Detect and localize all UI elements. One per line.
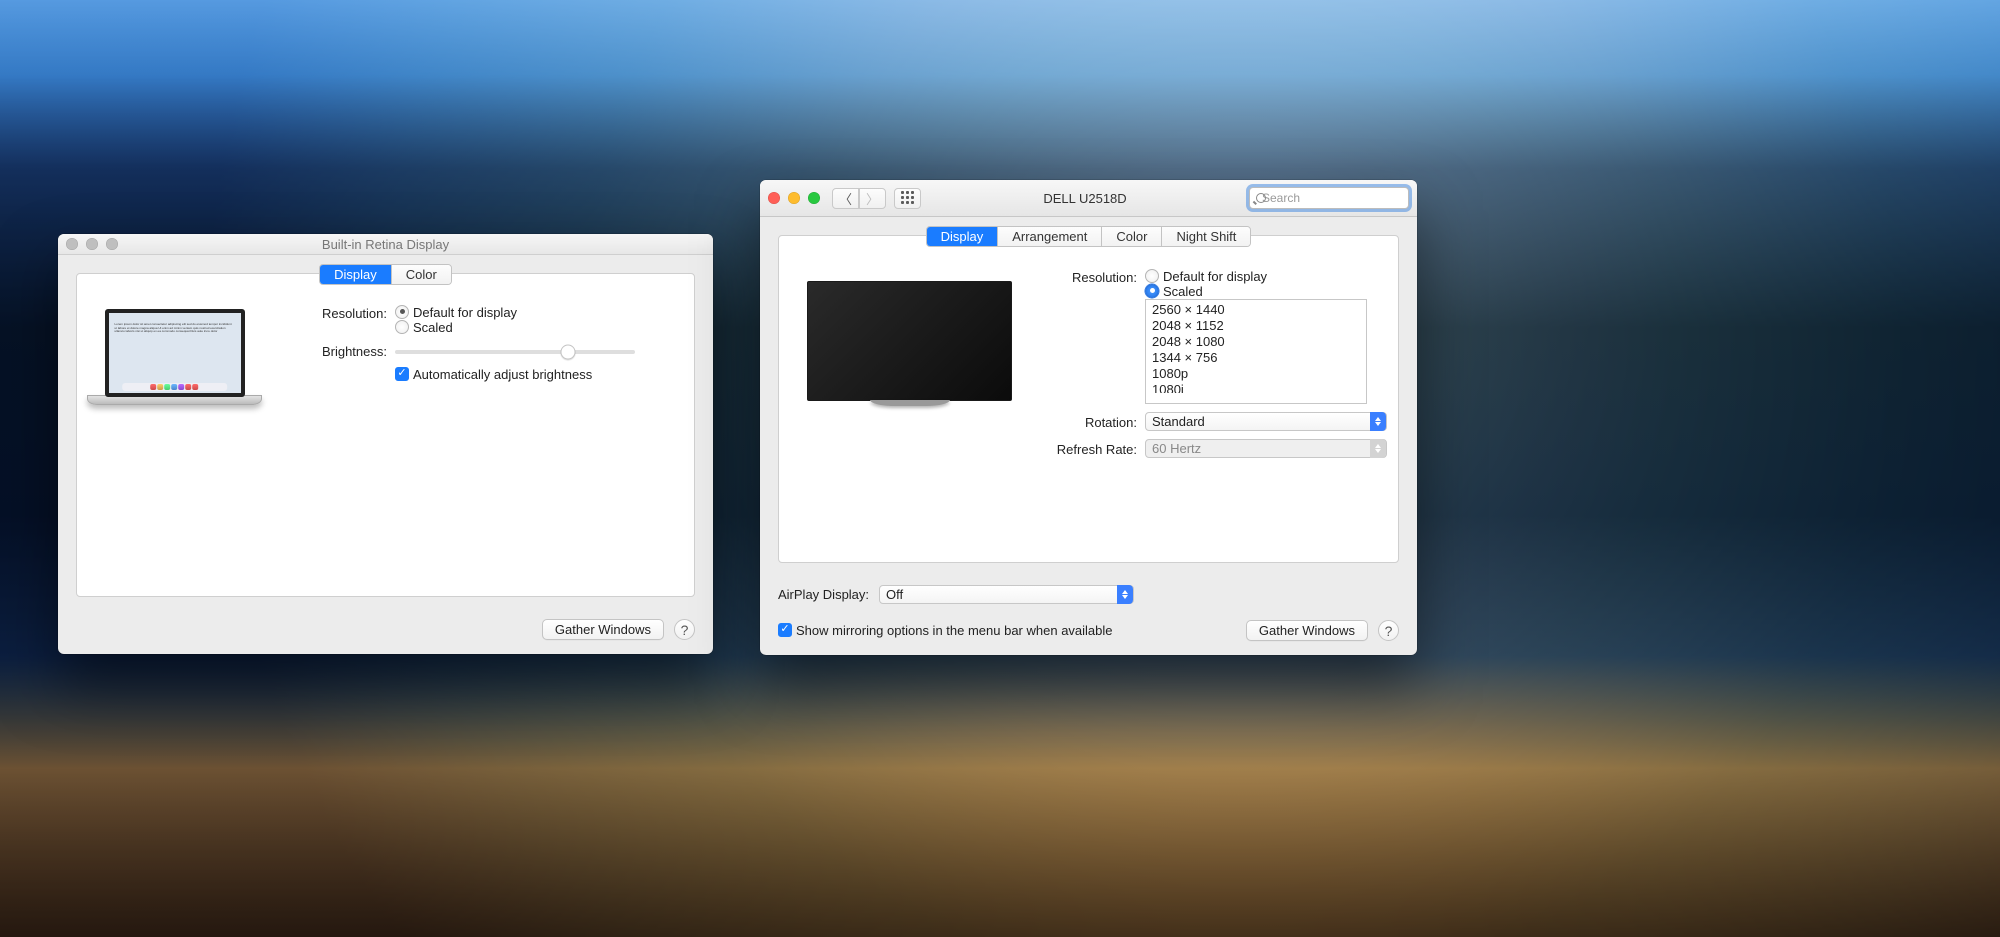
gather-windows-button[interactable]: Gather Windows [1246,620,1368,641]
close-button[interactable] [66,238,78,250]
gather-windows-button[interactable]: Gather Windows [542,619,664,640]
forward-button[interactable]: 〉 [859,188,886,209]
auto-brightness-label: Automatically adjust brightness [413,367,592,382]
tab-night-shift[interactable]: Night Shift [1161,227,1250,246]
updown-icon [1370,412,1386,431]
mirror-checkbox[interactable]: Show mirroring options in the menu bar w… [778,623,1113,638]
tab-display[interactable]: Display [320,265,391,284]
resolution-default-label: Default for display [413,305,517,320]
tab-segment-builtin: Display Color [319,264,452,285]
refresh-rate-label: Refresh Rate: [1042,441,1137,457]
traffic-lights [66,234,118,254]
search-input[interactable] [1260,190,1417,206]
resolution-option[interactable]: 2048 × 1152 [1146,318,1366,334]
show-all-button[interactable] [894,188,921,209]
resolution-default[interactable]: Default for display [1145,269,1367,284]
monitor-illustration [799,261,1012,466]
brightness-label: Brightness: [282,343,387,359]
rotation-label: Rotation: [1042,414,1137,430]
resolution-option[interactable]: 2048 × 1080 [1146,334,1366,350]
minimize-button[interactable] [788,192,800,204]
auto-brightness-checkbox[interactable]: Automatically adjust brightness [395,367,592,382]
traffic-lights [768,192,820,204]
airplay-value: Off [886,587,903,602]
updown-icon [1117,585,1133,604]
airplay-select[interactable]: Off [879,585,1134,604]
checkmark-icon [778,623,792,637]
help-button[interactable]: ? [674,619,695,640]
window-dell-display: 〈 〉 DELL U2518D Display Arrangement Colo… [760,180,1417,655]
resolution-scaled[interactable]: Scaled [1145,284,1367,299]
brightness-slider[interactable] [395,350,635,354]
resolution-label: Resolution: [282,305,387,321]
resolution-option[interactable]: 1080i [1146,382,1366,393]
resolution-scaled-label: Scaled [1163,284,1203,299]
resolution-label: Resolution: [1042,269,1137,285]
resolution-list[interactable]: 2560 × 14402048 × 11522048 × 10801344 × … [1145,299,1367,404]
airplay-label: AirPlay Display: [778,587,869,602]
tab-display[interactable]: Display [927,227,998,246]
updown-icon [1370,439,1386,458]
close-button[interactable] [768,192,780,204]
resolution-option[interactable]: 2560 × 1440 [1146,302,1366,318]
tab-arrangement[interactable]: Arrangement [997,227,1101,246]
resolution-scaled[interactable]: Scaled [395,320,517,335]
toolbar-dell[interactable]: 〈 〉 DELL U2518D [760,180,1417,217]
tab-color[interactable]: Color [391,265,451,284]
mirror-label: Show mirroring options in the menu bar w… [796,623,1113,638]
zoom-button[interactable] [106,238,118,250]
tab-color[interactable]: Color [1101,227,1161,246]
grid-icon [901,191,914,206]
window-title: DELL U2518D [929,191,1241,206]
resolution-default-label: Default for display [1163,269,1267,284]
resolution-option[interactable]: 1344 × 756 [1146,350,1366,366]
rotation-value: Standard [1152,414,1205,429]
zoom-button[interactable] [808,192,820,204]
window-title: Built-in Retina Display [322,237,449,252]
nav-group: 〈 〉 [832,188,886,209]
resolution-default[interactable]: Default for display [395,305,517,320]
rotation-select[interactable]: Standard [1145,412,1387,431]
checkmark-icon [395,367,409,381]
window-builtin-display: Built-in Retina Display Display Color Lo… [58,234,713,654]
refresh-rate-select[interactable]: 60 Hertz [1145,439,1387,458]
titlebar-builtin[interactable]: Built-in Retina Display [58,234,713,255]
help-button[interactable]: ? [1378,620,1399,641]
back-button[interactable]: 〈 [832,188,859,209]
laptop-illustration: Lorem ipsum dolor sit amet consectetur a… [97,299,252,405]
tab-segment-dell: Display Arrangement Color Night Shift [926,226,1252,247]
resolution-option[interactable]: 1080p [1146,366,1366,382]
refresh-rate-value: 60 Hertz [1152,441,1201,456]
resolution-scaled-label: Scaled [413,320,453,335]
minimize-button[interactable] [86,238,98,250]
search-field[interactable] [1249,187,1409,209]
